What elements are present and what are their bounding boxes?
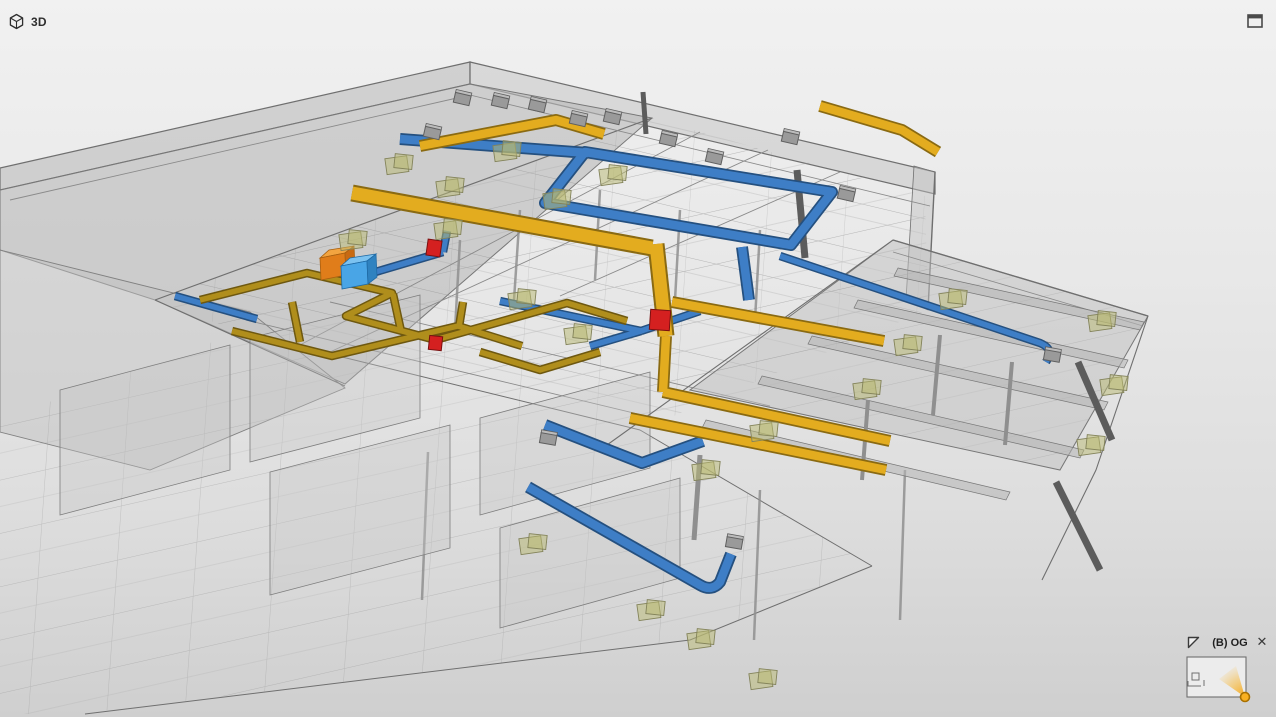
view-indicator: 3D	[8, 13, 47, 30]
view-label: 3D	[31, 15, 47, 29]
floor-plan-panel-header: (B) OG ✕	[1184, 633, 1276, 655]
floor-minimap[interactable]	[1184, 655, 1276, 717]
cube-3d-icon	[8, 13, 25, 30]
camera-position-marker[interactable]	[1241, 693, 1250, 702]
floor-plan-panel: (B) OG ✕	[1184, 633, 1276, 717]
close-icon[interactable]: ✕	[1255, 635, 1269, 649]
bim-model-canvas[interactable]	[0, 0, 1276, 717]
model-viewport[interactable]: 3D (B) OG ✕	[0, 0, 1276, 717]
window-panel-icon[interactable]	[1247, 14, 1263, 28]
